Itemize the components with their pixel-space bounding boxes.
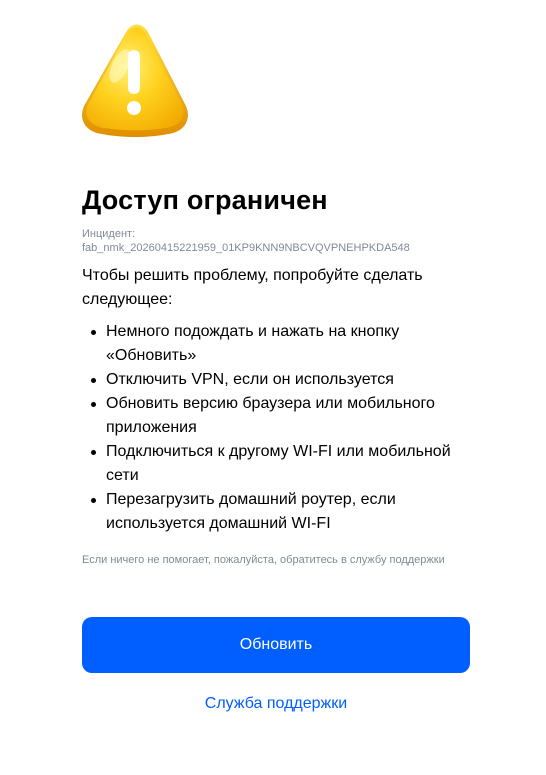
help-note: Если ничего не помогает, пожалуйста, обр…	[82, 554, 445, 566]
step-text: Немного подождать и нажать на кнопку «Об…	[106, 323, 400, 364]
list-item: Обновить версию браузера или мобильного …	[82, 392, 470, 440]
intro-text: Чтобы решить проблему, попробуйте сделат…	[82, 267, 423, 308]
step-text: Отключить VPN, если он используется	[106, 371, 394, 388]
support-link[interactable]: Служба поддержки	[82, 693, 470, 715]
bullet-icon	[91, 450, 96, 455]
step-text: Подключиться к другому WI-FI или мобильн…	[106, 443, 451, 484]
bullet-icon	[91, 330, 96, 335]
bullet-icon	[91, 402, 96, 407]
list-item: Подключиться к другому WI-FI или мобильн…	[82, 440, 470, 488]
list-item: Перезагрузить домашний роутер, если испо…	[82, 488, 470, 536]
incident-info: Инцидент: fab_nmk_20260415221959_01KP9KN…	[82, 227, 410, 255]
page-title: Доступ ограничен	[82, 185, 328, 215]
bullet-icon	[91, 498, 96, 503]
list-item: Отключить VPN, если он используется	[82, 368, 470, 392]
incident-id: fab_nmk_20260415221959_01KP9KNN9NBCVQVPN…	[82, 242, 410, 254]
list-item: Немного подождать и нажать на кнопку «Об…	[82, 320, 470, 368]
step-text: Перезагрузить домашний роутер, если испо…	[106, 491, 396, 532]
bullet-icon	[91, 378, 96, 383]
step-text: Обновить версию браузера или мобильного …	[106, 395, 435, 436]
warning-triangle-icon	[82, 24, 188, 137]
incident-label: Инцидент:	[82, 228, 136, 240]
steps-list: Немного подождать и нажать на кнопку «Об…	[82, 320, 470, 536]
refresh-button[interactable]: Обновить	[82, 617, 470, 673]
